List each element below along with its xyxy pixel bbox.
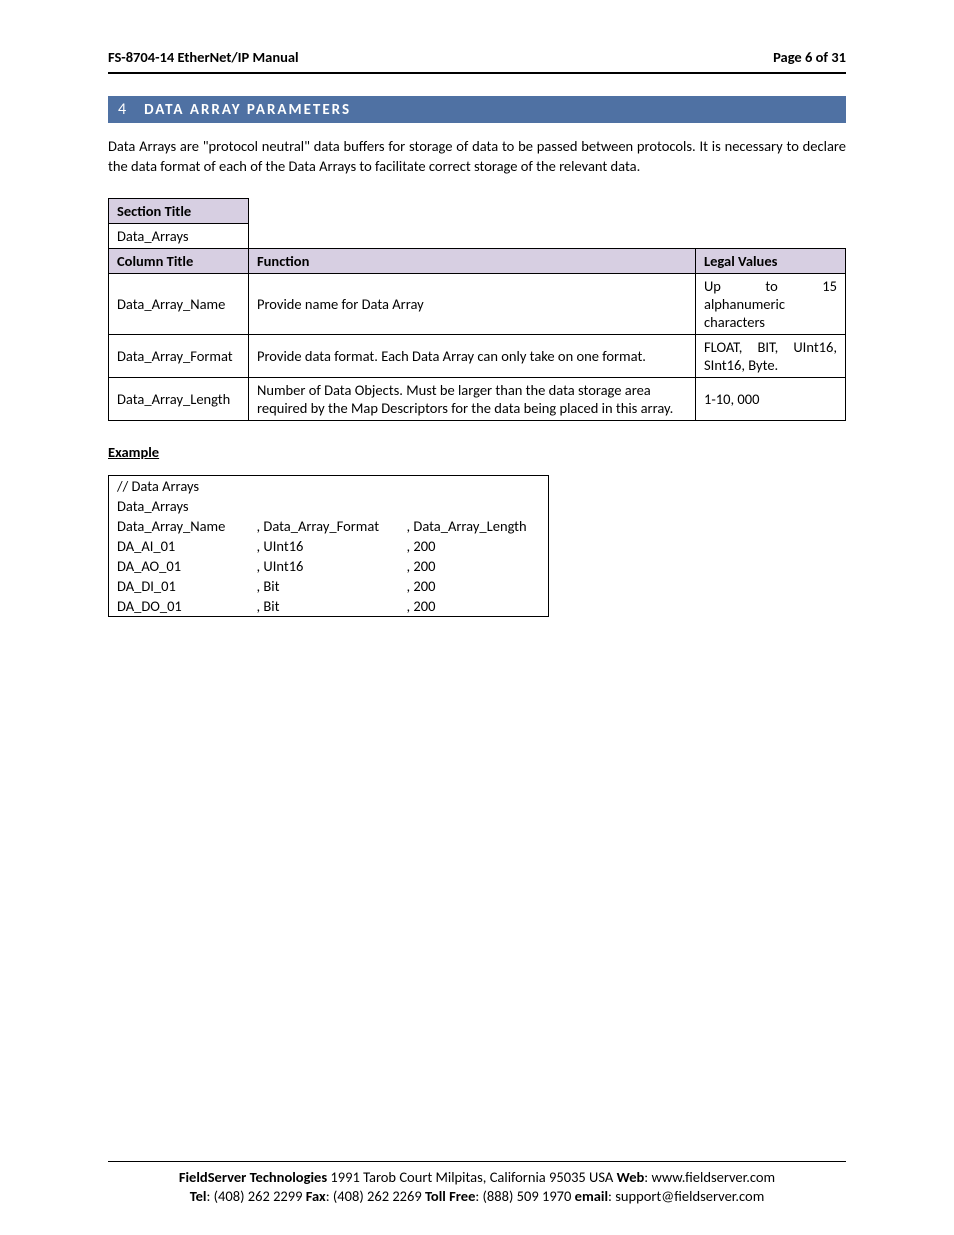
param-legal: 1-10, 000 xyxy=(696,378,846,421)
intro-paragraph: Data Arrays are "protocol neutral" data … xyxy=(108,137,846,176)
table-row: DA_AO_01 , UInt16 , 200 xyxy=(109,556,549,576)
section-heading: 4 DATA ARRAY PARAMETERS xyxy=(108,96,846,123)
param-name: Data_Array_Format xyxy=(109,335,249,378)
footer-email-label: email xyxy=(575,1187,608,1205)
example-cell: , Bit xyxy=(249,576,399,596)
param-legal: FLOAT, BIT, UInt16, SInt16, Byte. xyxy=(696,335,846,378)
table-row: DA_DI_01 , Bit , 200 xyxy=(109,576,549,596)
section-number: 4 xyxy=(118,100,126,119)
section-title-label: Section Title xyxy=(109,199,249,224)
example-cell: , 200 xyxy=(399,596,549,617)
footer-fax: : (408) 262 2269 xyxy=(326,1187,425,1205)
table-row: Data_Array_Name , Data_Array_Format , Da… xyxy=(109,516,549,536)
example-cell: DA_DI_01 xyxy=(109,576,249,596)
footer-address: 1991 Tarob Court Milpitas, California 95… xyxy=(327,1168,616,1186)
example-cell: , 200 xyxy=(399,556,549,576)
param-legal: Up to 15 alphanumeric characters xyxy=(696,274,846,335)
footer-toll: : (888) 509 1970 xyxy=(475,1187,574,1205)
table-row: DA_DO_01 , Bit , 200 xyxy=(109,596,549,617)
footer-web-label: Web xyxy=(617,1168,645,1186)
table-row: Data_Arrays xyxy=(109,224,846,249)
section-title-value: Data_Arrays xyxy=(109,224,249,249)
function-label: Function xyxy=(249,249,696,274)
param-function: Provide name for Data Array xyxy=(249,274,696,335)
table-row: DA_AI_01 , UInt16 , 200 xyxy=(109,536,549,556)
example-cell: , UInt16 xyxy=(249,536,399,556)
table-row: Column Title Function Legal Values xyxy=(109,249,846,274)
table-row: Data_Array_Length Number of Data Objects… xyxy=(109,378,846,421)
parameters-table: Section Title Data_Arrays Column Title F… xyxy=(108,198,846,421)
footer-company: FieldServer Technologies xyxy=(179,1168,327,1186)
footer-fax-label: Fax xyxy=(306,1187,326,1205)
header-right: Page 6 of 31 xyxy=(773,48,846,66)
example-cell: , 200 xyxy=(399,536,549,556)
example-cell: DA_AI_01 xyxy=(109,536,249,556)
footer-toll-label: Toll Free xyxy=(425,1187,475,1205)
param-name: Data_Array_Name xyxy=(109,274,249,335)
table-row: Data_Array_Format Provide data format. E… xyxy=(109,335,846,378)
param-function: Number of Data Objects. Must be larger t… xyxy=(249,378,696,421)
header-left: FS-8704-14 EtherNet/IP Manual xyxy=(108,48,299,66)
example-cell: DA_AO_01 xyxy=(109,556,249,576)
example-declaration: Data_Arrays xyxy=(109,496,549,516)
example-header: , Data_Array_Length xyxy=(399,516,549,536)
page-footer: FieldServer Technologies 1991 Tarob Cour… xyxy=(108,1161,846,1207)
param-name: Data_Array_Length xyxy=(109,378,249,421)
example-table: // Data Arrays Data_Arrays Data_Array_Na… xyxy=(108,475,549,617)
table-row: Data_Array_Name Provide name for Data Ar… xyxy=(109,274,846,335)
example-header: , Data_Array_Format xyxy=(249,516,399,536)
legal-values-label: Legal Values xyxy=(696,249,846,274)
column-title-label: Column Title xyxy=(109,249,249,274)
table-row: Section Title xyxy=(109,199,846,224)
section-title: DATA ARRAY PARAMETERS xyxy=(144,101,351,119)
table-row: Data_Arrays xyxy=(109,496,549,516)
example-comment: // Data Arrays xyxy=(109,476,549,497)
footer-tel-label: Tel xyxy=(190,1187,207,1205)
example-cell: DA_DO_01 xyxy=(109,596,249,617)
example-cell: , UInt16 xyxy=(249,556,399,576)
footer-email: : support@fieldserver.com xyxy=(608,1187,764,1205)
example-header: Data_Array_Name xyxy=(109,516,249,536)
example-cell: , 200 xyxy=(399,576,549,596)
example-heading: Example xyxy=(108,443,846,461)
page-header: FS-8704-14 EtherNet/IP Manual Page 6 of … xyxy=(108,48,846,74)
footer-web: : www.fieldserver.com xyxy=(644,1168,775,1186)
footer-tel: : (408) 262 2299 xyxy=(206,1187,305,1205)
table-row: // Data Arrays xyxy=(109,476,549,497)
param-function: Provide data format. Each Data Array can… xyxy=(249,335,696,378)
example-cell: , Bit xyxy=(249,596,399,617)
